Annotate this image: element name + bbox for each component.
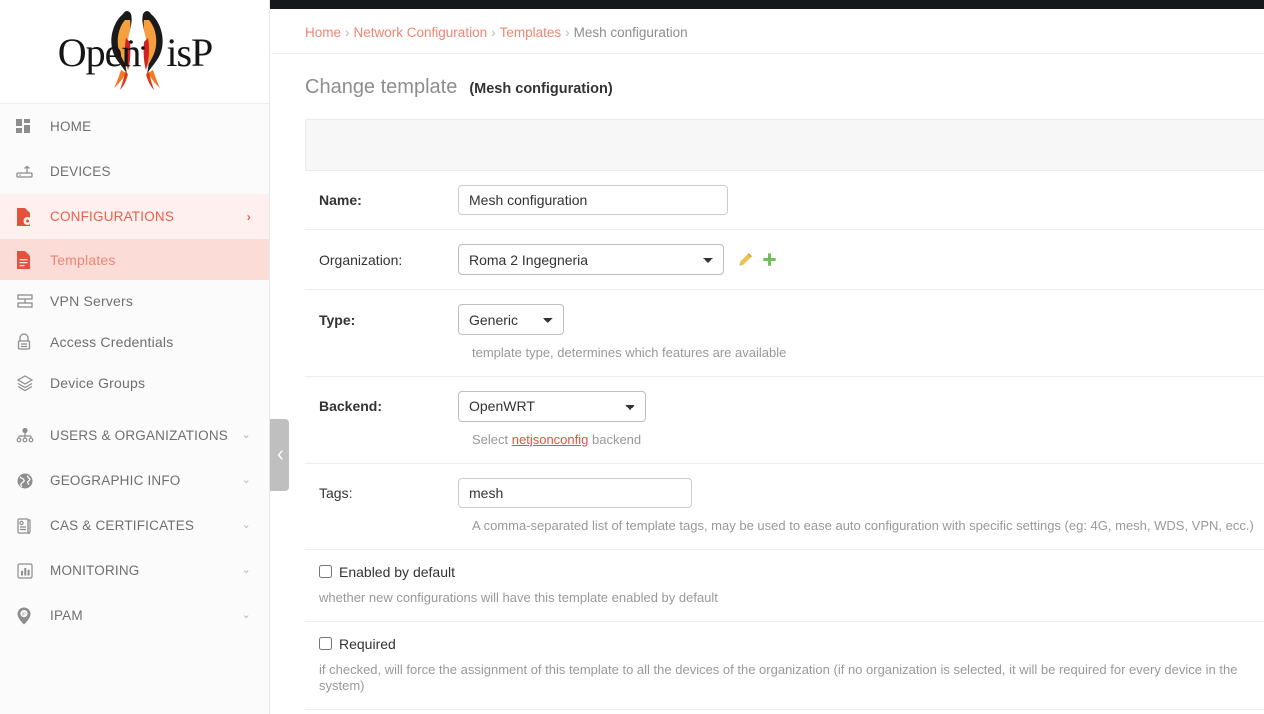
sidebar: OpenisP HOME DEVICES xyxy=(0,0,270,714)
type-help-text: template type, determines which features… xyxy=(472,345,1264,362)
sidebar-item-label: CAS & CERTIFICATES xyxy=(50,518,234,533)
sidebar-item-label: DEVICES xyxy=(50,164,251,179)
chart-icon xyxy=(16,562,46,580)
breadcrumb-current: Mesh configuration xyxy=(574,25,688,40)
map-pin-ip-icon: IP xyxy=(16,607,46,625)
sidebar-item-users-organizations[interactable]: USERS & ORGANIZATIONS ⌄ xyxy=(0,413,269,458)
layers-icon xyxy=(16,374,46,392)
organization-label: Organization: xyxy=(305,252,458,268)
sidebar-item-label: CONFIGURATIONS xyxy=(50,209,239,224)
chevron-right-icon: › xyxy=(247,211,251,223)
backend-help-suffix: backend xyxy=(588,432,641,447)
sidebar-item-label: IPAM xyxy=(50,608,234,623)
enabled-by-default-checkbox[interactable] xyxy=(319,565,332,578)
required-label: Required xyxy=(339,636,396,652)
sidebar-item-access-credentials[interactable]: Access Credentials xyxy=(0,321,269,362)
sidebar-item-label: HOME xyxy=(50,119,251,134)
device-icon xyxy=(16,164,46,180)
sidebar-item-cas-certificates[interactable]: CAS & CERTIFICATES ⌄ xyxy=(0,503,269,548)
sidebar-item-monitoring[interactable]: MONITORING ⌄ xyxy=(0,548,269,593)
page-header: Change template (Mesh configuration) xyxy=(271,54,1264,99)
backend-select[interactable]: OpenWRT xyxy=(458,391,646,422)
sidebar-item-geographic-info[interactable]: GEOGRAPHIC INFO ⌄ xyxy=(0,458,269,503)
chevron-down-icon: ⌄ xyxy=(242,430,251,441)
backend-help-prefix: Select xyxy=(472,432,512,447)
backend-help-text: Select netjsonconfig backend xyxy=(472,432,1264,449)
certificate-icon xyxy=(16,517,46,535)
breadcrumb-link-templates[interactable]: Templates xyxy=(500,25,562,40)
chevron-down-icon: ⌄ xyxy=(242,520,251,531)
form-row-organization: Organization: Roma 2 Ingegneria xyxy=(305,230,1264,290)
breadcrumb-link-network-configuration[interactable]: Network Configuration xyxy=(354,25,488,40)
form-row-tags: Tags: A comma-separated list of template… xyxy=(305,464,1264,550)
breadcrumb: Home›Network Configuration›Templates›Mes… xyxy=(271,9,1264,54)
sidebar-item-configurations[interactable]: CONFIGURATIONS › xyxy=(0,194,269,239)
netjsonconfig-link[interactable]: netjsonconfig xyxy=(512,432,589,447)
openwisp-logo[interactable]: OpenisP xyxy=(0,0,269,104)
breadcrumb-separator: › xyxy=(565,25,570,40)
sidebar-collapse-handle[interactable] xyxy=(270,419,289,491)
svg-text:IP: IP xyxy=(22,611,27,616)
sidebar-item-label: Access Credentials xyxy=(50,334,251,350)
backend-label: Backend: xyxy=(305,398,458,414)
chevron-down-icon: ⌄ xyxy=(242,610,251,621)
page-title: Change template xyxy=(305,76,457,99)
type-label: Type: xyxy=(305,312,458,328)
form-row-type: Type: Generic template type, determines … xyxy=(305,290,1264,377)
breadcrumb-separator: › xyxy=(345,25,350,40)
sidebar-item-label: USERS & ORGANIZATIONS xyxy=(50,428,234,443)
breadcrumb-link-home[interactable]: Home xyxy=(305,25,341,40)
required-checkbox[interactable] xyxy=(319,637,332,650)
name-label: Name: xyxy=(305,192,458,208)
tags-help-text: A comma-separated list of template tags,… xyxy=(472,518,1264,535)
sidebar-divider xyxy=(0,403,269,413)
enabled-by-default-help-text: whether new configurations will have thi… xyxy=(319,590,1264,607)
sidebar-item-device-groups[interactable]: Device Groups xyxy=(0,362,269,403)
sidebar-item-vpn-servers[interactable]: VPN Servers xyxy=(0,280,269,321)
sidebar-item-ipam[interactable]: IP IPAM ⌄ xyxy=(0,593,269,638)
lock-icon xyxy=(16,333,46,351)
sidebar-item-label: Templates xyxy=(50,252,251,268)
sidebar-item-label: GEOGRAPHIC INFO xyxy=(50,473,234,488)
organization-actions xyxy=(738,252,777,267)
sidebar-item-label: VPN Servers xyxy=(50,293,251,309)
type-select[interactable]: Generic xyxy=(458,304,564,335)
chevron-down-icon: ⌄ xyxy=(242,565,251,576)
svg-text:OpenisP: OpenisP xyxy=(57,30,212,75)
submit-row-top xyxy=(305,119,1264,171)
globe-icon xyxy=(16,472,46,490)
sidebar-item-devices[interactable]: DEVICES xyxy=(0,149,269,194)
required-help-text: if checked, will force the assignment of… xyxy=(319,662,1264,696)
chevron-down-icon: ⌄ xyxy=(242,475,251,486)
form-row-backend: Backend: OpenWRT Select netjsonconfig ba… xyxy=(305,377,1264,464)
pencil-icon[interactable] xyxy=(738,252,753,267)
page-object-name: (Mesh configuration) xyxy=(469,81,612,97)
breadcrumb-separator: › xyxy=(491,25,496,40)
template-file-icon xyxy=(16,251,46,269)
vpn-server-icon xyxy=(16,293,46,309)
chevron-left-icon xyxy=(276,450,284,460)
sidebar-item-home[interactable]: HOME xyxy=(0,104,269,149)
sidebar-item-templates[interactable]: Templates xyxy=(0,239,269,280)
sidebar-item-label: Device Groups xyxy=(50,375,251,391)
enabled-by-default-label: Enabled by default xyxy=(339,564,455,580)
organization-select[interactable]: Roma 2 Ingegneria xyxy=(458,244,724,275)
form-row-name: Name: xyxy=(305,171,1264,230)
tags-input[interactable] xyxy=(458,478,692,508)
users-org-icon xyxy=(16,428,46,444)
form-row-enabled-by-default: Enabled by default whether new configura… xyxy=(305,550,1264,622)
template-change-form: Name: Organization: Roma 2 Ingegneria xyxy=(271,171,1264,710)
form-row-required: Required if checked, will force the assi… xyxy=(305,622,1264,711)
dashboard-icon xyxy=(16,119,46,135)
openwisp-logo-icon: OpenisP xyxy=(35,8,235,96)
tags-label: Tags: xyxy=(305,485,458,501)
plus-icon[interactable] xyxy=(762,252,777,267)
name-input[interactable] xyxy=(458,185,728,215)
main-content: Home›Network Configuration›Templates›Mes… xyxy=(271,9,1264,714)
top-black-bar xyxy=(270,0,1264,9)
sidebar-item-label: MONITORING xyxy=(50,563,234,578)
configuration-file-icon xyxy=(16,208,46,226)
sidebar-nav: HOME DEVICES CONFIGURATIONS › xyxy=(0,104,269,638)
